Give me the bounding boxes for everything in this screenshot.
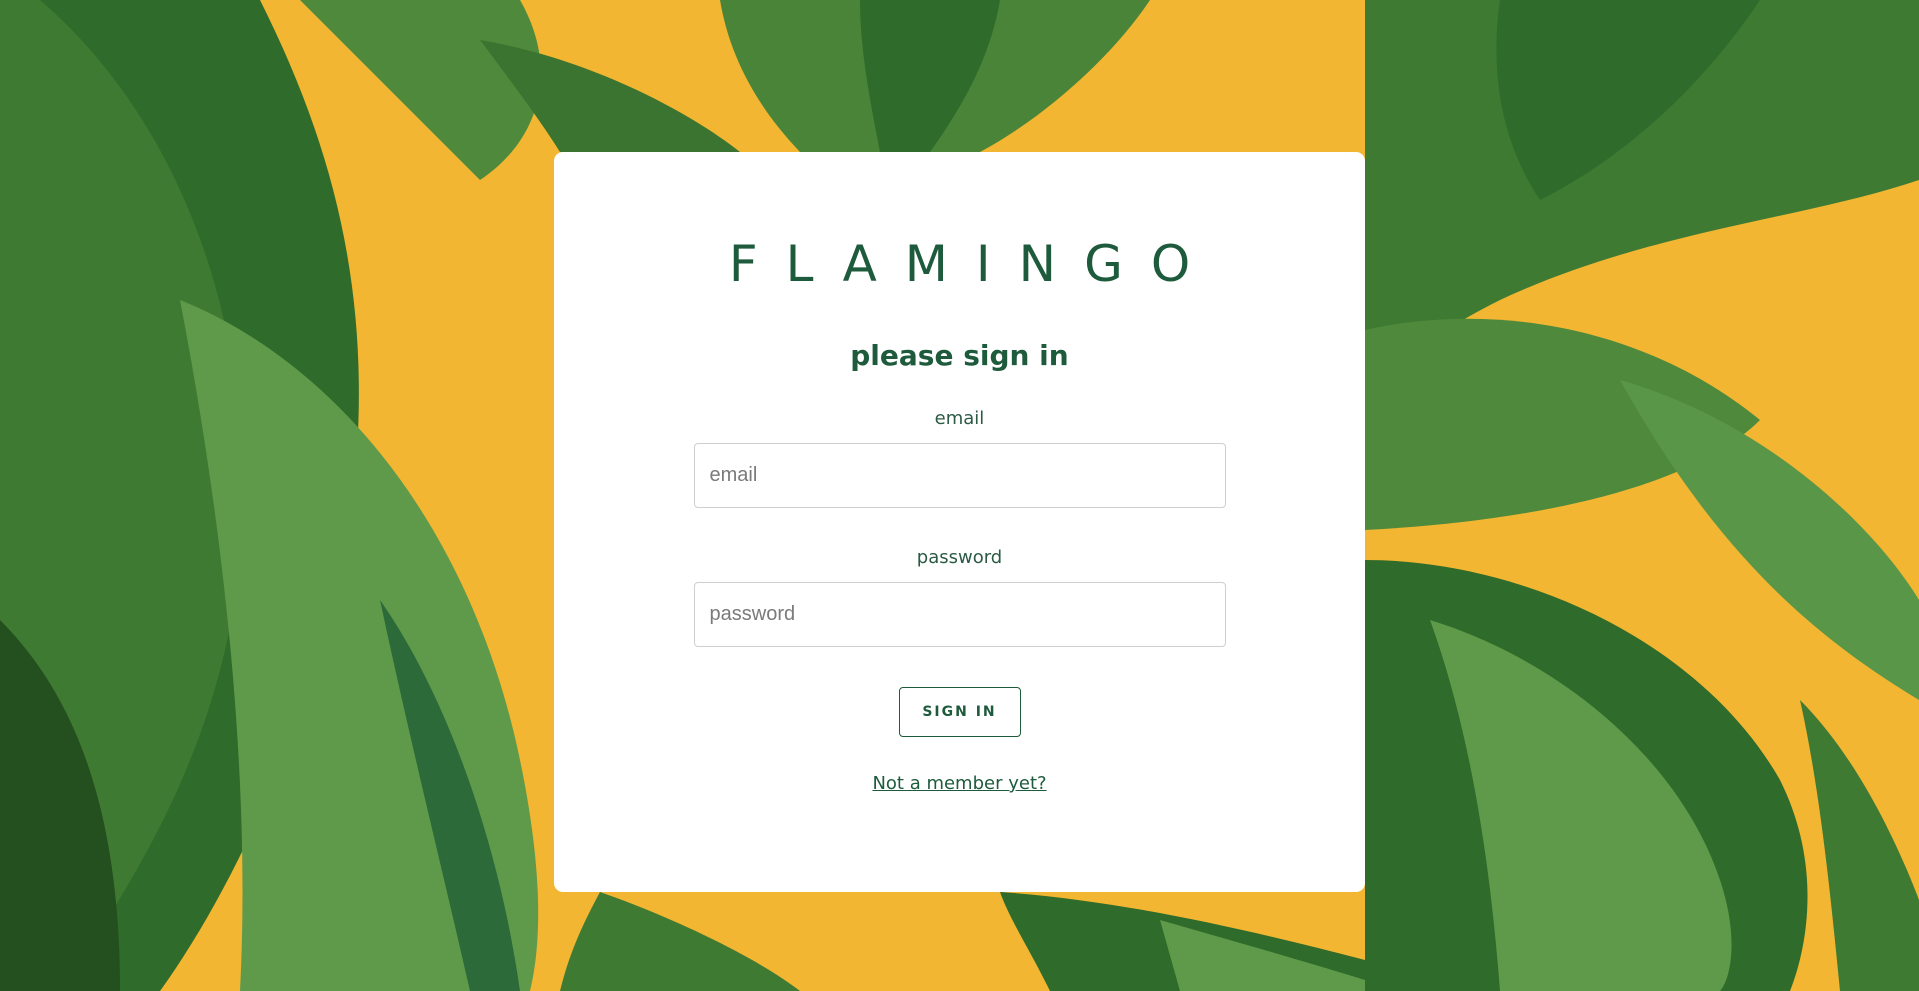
register-link[interactable]: Not a member yet? bbox=[872, 773, 1046, 794]
email-input[interactable] bbox=[693, 443, 1226, 508]
email-label: email bbox=[934, 408, 985, 429]
sign-in-button[interactable]: SIGN IN bbox=[898, 687, 1021, 737]
signin-card: FLAMINGO please sign in email password S… bbox=[554, 152, 1365, 892]
password-label: password bbox=[916, 547, 1003, 568]
password-input[interactable] bbox=[693, 582, 1226, 647]
page-heading: please sign in bbox=[850, 339, 1069, 372]
brand-logo: FLAMINGO bbox=[728, 235, 1219, 293]
